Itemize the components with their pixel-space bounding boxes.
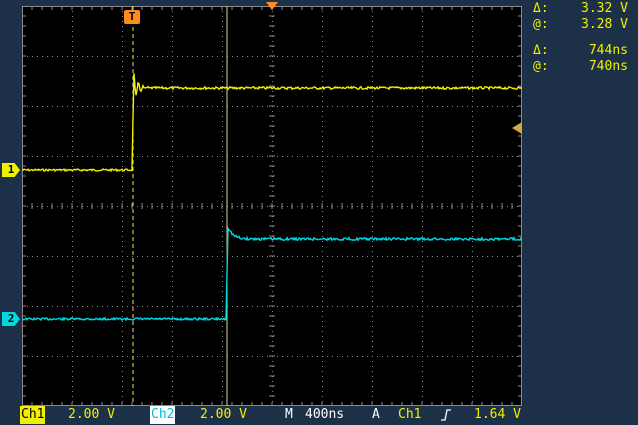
voltage-at-symbol: @:: [533, 17, 549, 32]
timebase-value[interactable]: 400ns: [305, 406, 344, 424]
ch1-ground-label: 1: [7, 163, 15, 176]
cursor-readouts: Δ: 3.32 V @: 3.28 V Δ: 744ns @: 740ns: [0, 0, 638, 80]
ch2-scale[interactable]: 2.00 V: [200, 406, 247, 424]
voltage-delta-value: 3.32 V: [581, 1, 628, 16]
ch1-scale[interactable]: 2.00 V: [68, 406, 115, 424]
acquisition-mode: A: [372, 407, 380, 422]
time-delta-symbol: Δ:: [533, 43, 549, 58]
timebase-mode: M: [285, 407, 293, 422]
rising-edge-icon: [441, 409, 451, 421]
time-delta-value: 744ns: [588, 43, 628, 58]
time-at-value: 740ns: [588, 59, 628, 74]
voltage-at-value: 3.28 V: [581, 17, 628, 32]
time-at-symbol: @:: [533, 59, 549, 74]
trigger-level-icon[interactable]: [512, 122, 522, 134]
ch2-label[interactable]: Ch2: [150, 406, 176, 424]
status-bar: Ch1 2.00 V Ch2 2.00 V M 400ns A Ch1 1.64…: [20, 406, 526, 424]
ch2-ground-marker[interactable]: 2: [2, 312, 20, 326]
trigger-source[interactable]: Ch1: [398, 406, 421, 424]
voltage-delta-symbol: Δ:: [533, 1, 549, 16]
ch1-label[interactable]: Ch1: [20, 406, 46, 424]
trigger-level[interactable]: 1.64 V: [474, 406, 521, 424]
ch1-ground-marker[interactable]: 1: [2, 163, 20, 177]
ch2-ground-label: 2: [7, 312, 15, 325]
